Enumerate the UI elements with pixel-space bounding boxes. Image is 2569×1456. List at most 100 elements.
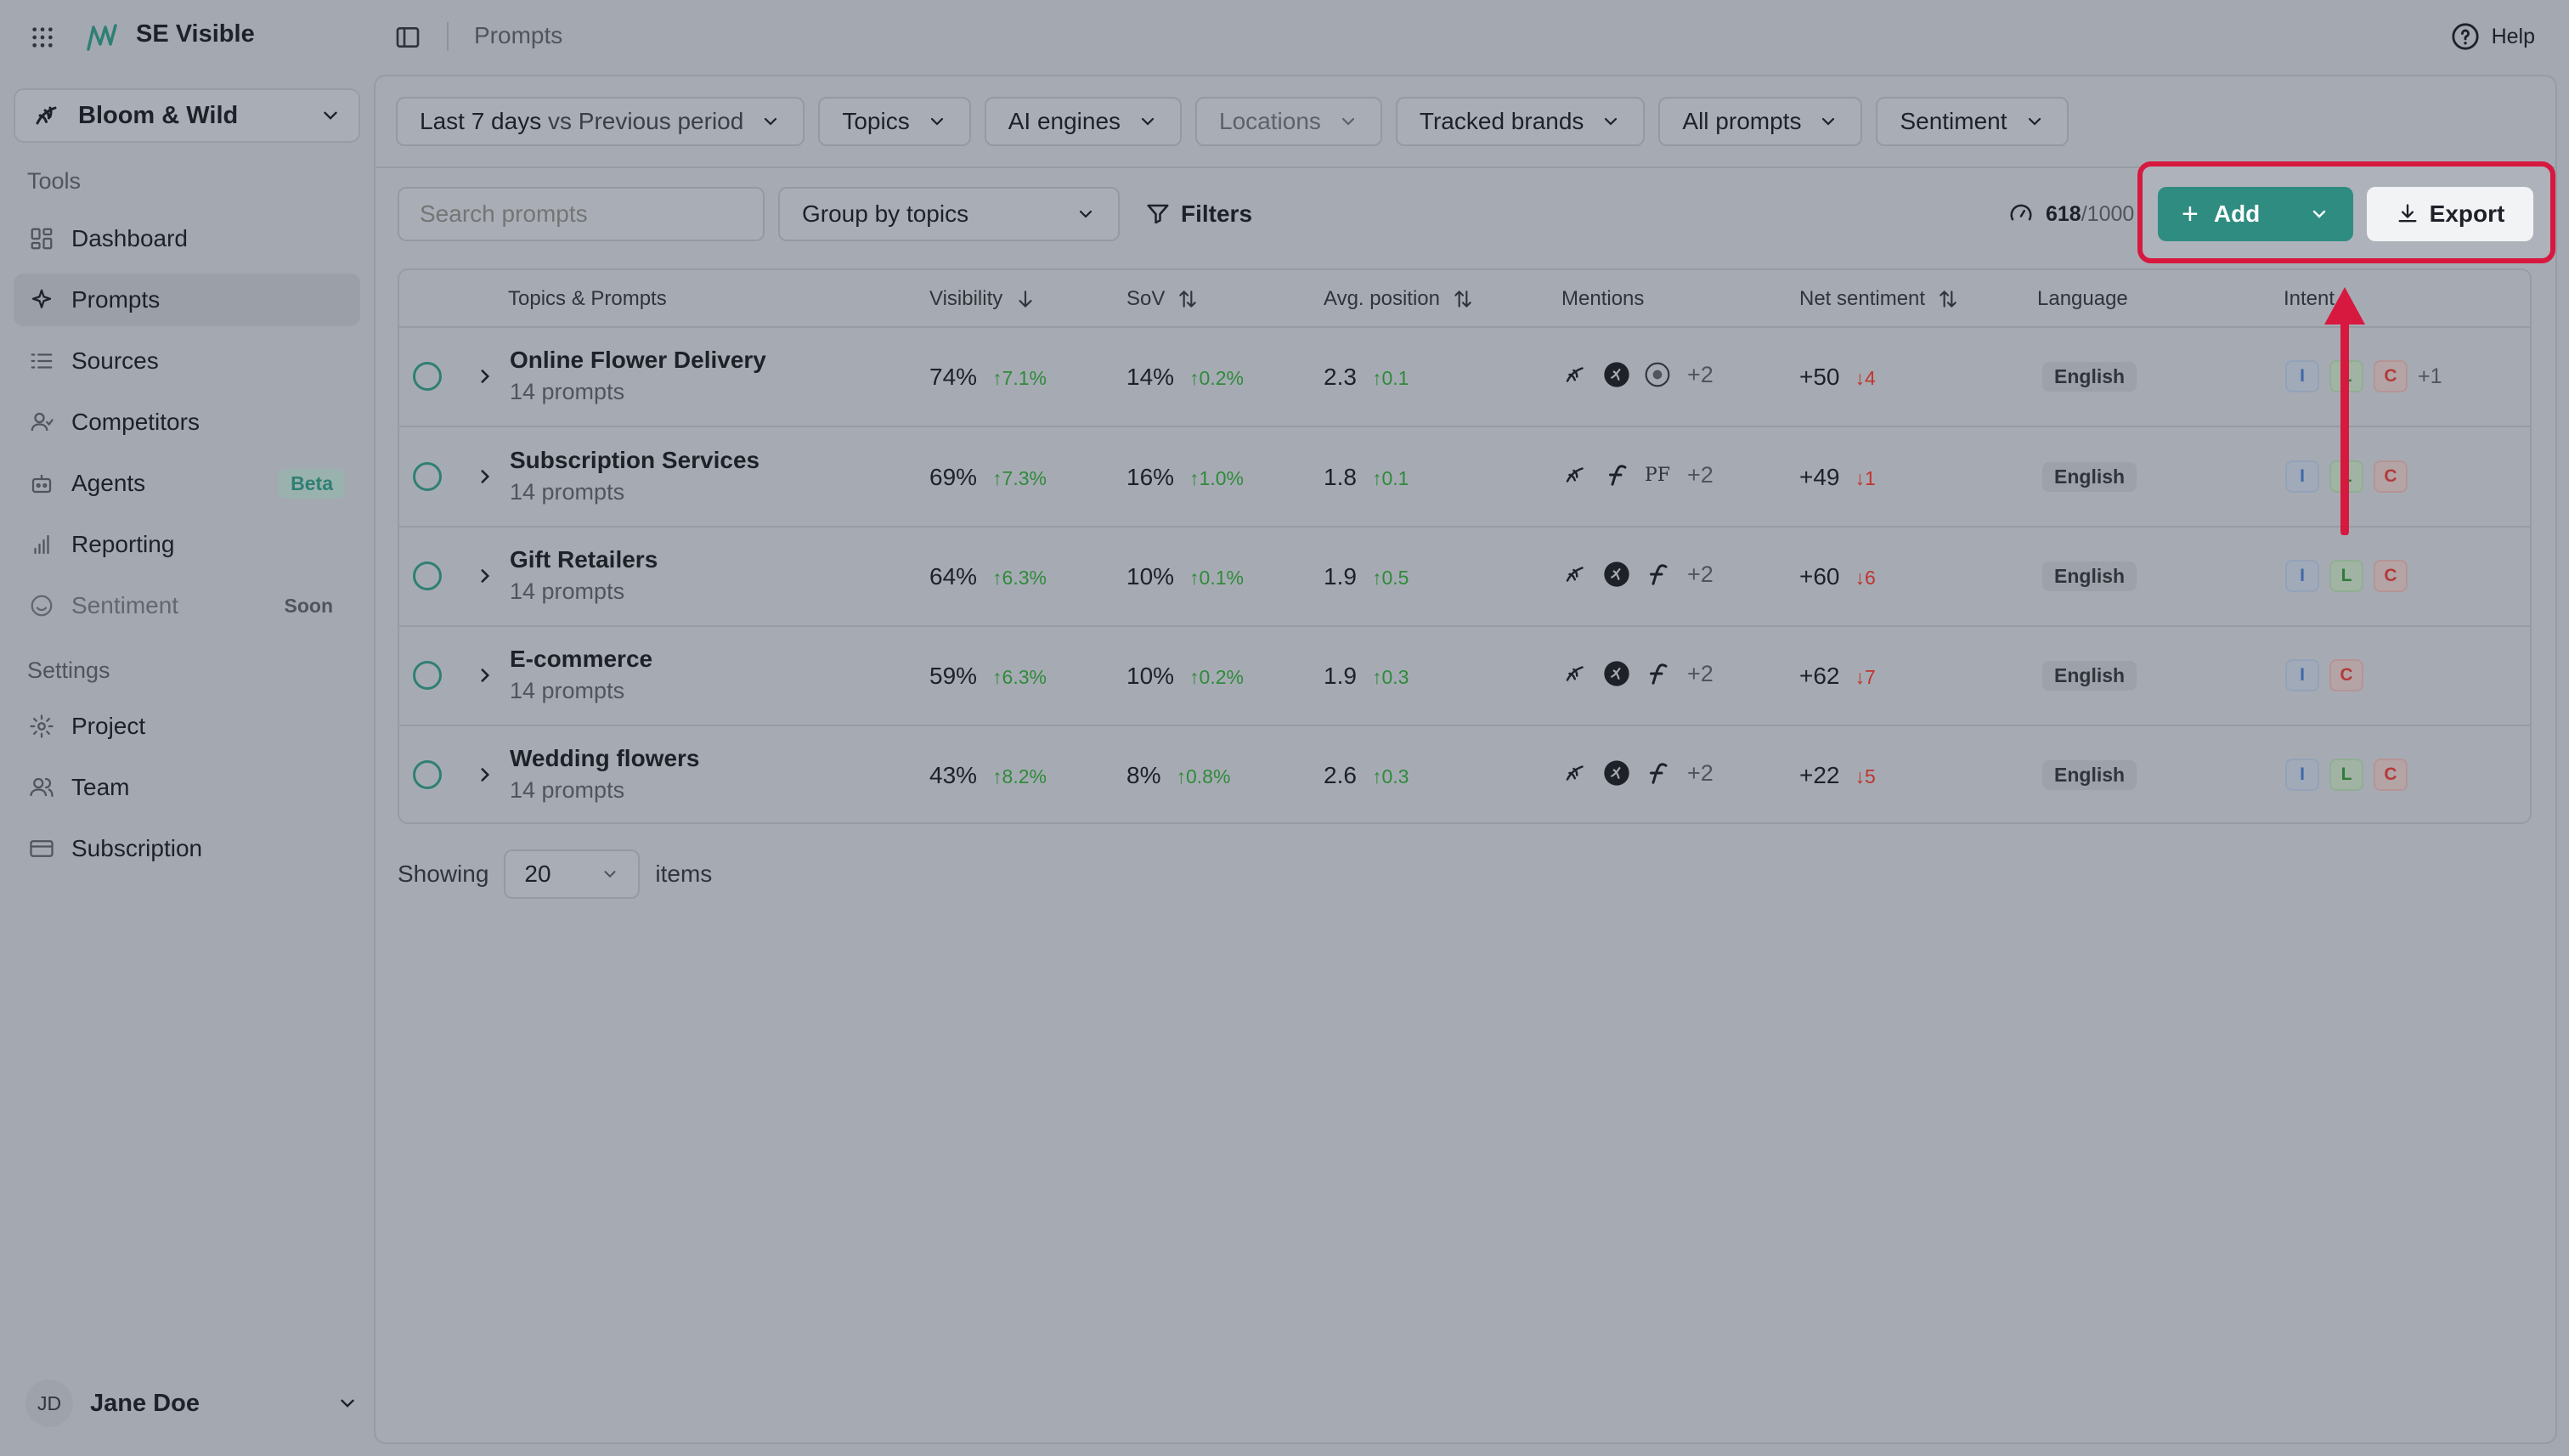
chevron-down-icon [1141, 117, 1155, 126]
language-badge: English [2042, 462, 2137, 492]
tracked-brands-filter[interactable]: Tracked brands [1395, 97, 1646, 146]
breadcrumb: Prompts [474, 22, 563, 48]
col-visibility[interactable]: Visibility [929, 287, 1036, 311]
row-checkbox[interactable] [413, 362, 442, 391]
mentions-more[interactable]: +2 [1687, 362, 1714, 388]
sentiment-filter[interactable]: Sentiment [1876, 97, 2069, 146]
sov-delta: ↑1.0% [1189, 467, 1244, 489]
col-avg-position[interactable]: Avg. position [1324, 287, 1474, 311]
visibility-delta: ↑8.2% [992, 765, 1047, 787]
showing-label: Showing [398, 861, 489, 887]
sentiment-value: +50 [1799, 364, 1840, 390]
sov-delta: ↑0.2% [1189, 666, 1244, 688]
quota-total: /1000 [2081, 201, 2135, 226]
sentiment-delta: ↓5 [1855, 765, 1876, 787]
col-sov[interactable]: SoV [1126, 287, 1199, 311]
position-cell: 1.9 ↑0.5 [1324, 563, 1409, 590]
chevron-right-icon[interactable] [474, 565, 496, 587]
sentiment-delta: ↓7 [1855, 666, 1876, 688]
visibility-delta: ↑6.3% [992, 567, 1047, 589]
table-row[interactable]: Gift Retailers 14 prompts 64% ↑6.3% 10% ↑0… [399, 528, 2530, 627]
ai-engines-filter[interactable]: AI engines [984, 97, 1183, 146]
sidebar-item-agents[interactable]: Agents Beta [14, 457, 360, 510]
row-checkbox[interactable] [413, 562, 442, 590]
table-row[interactable]: Online Flower Delivery 14 prompts 74% ↑7.… [399, 328, 2530, 427]
filter-icon [1147, 204, 1169, 224]
visibility-delta: ↑6.3% [992, 666, 1047, 688]
position-value: 1.9 [1324, 663, 1357, 689]
prompts-filter[interactable]: All prompts [1658, 97, 1863, 146]
chevron-right-icon[interactable] [474, 764, 496, 786]
table-row[interactable]: E-commerce 14 prompts 59% ↑6.3% 10% ↑0.2% … [399, 627, 2530, 726]
topics-filter-label: Topics [842, 108, 910, 134]
annotation-arrow-icon [2324, 287, 2365, 535]
mentions-cell: +2 [1561, 659, 1714, 688]
sidebar-item-project[interactable]: Project [14, 700, 360, 753]
intent-more[interactable]: +1 [2418, 364, 2442, 389]
visibility-value: 69% [929, 464, 978, 490]
export-button[interactable]: Export [2367, 187, 2533, 241]
brand-selector[interactable]: Bloom & Wild [14, 88, 360, 143]
chevron-right-icon[interactable] [474, 466, 496, 488]
sidebar-item-prompts[interactable]: Prompts [14, 274, 360, 326]
sentiment-delta: ↓4 [1855, 367, 1876, 389]
filters-button[interactable]: Filters [1145, 187, 1252, 241]
page-size-value: 20 [524, 861, 551, 887]
topic-name[interactable]: Subscription Services [510, 447, 759, 474]
brand-name: Bloom & Wild [78, 101, 239, 129]
app-name: SE Visible [136, 20, 255, 48]
chevron-down-icon[interactable] [2309, 204, 2329, 224]
user-menu[interactable]: JD Jane Doe [25, 1378, 359, 1429]
mentions-more[interactable]: +2 [1687, 760, 1714, 787]
sidebar-item-reporting[interactable]: Reporting [14, 518, 360, 571]
period-filter[interactable]: Last 7 days vs Previous period [396, 97, 805, 146]
language-badge: English [2042, 562, 2137, 591]
sentiment-delta: ↓6 [1855, 567, 1876, 589]
smile-icon [31, 595, 53, 617]
brand-logo-icon [1561, 659, 1590, 688]
table-row[interactable]: Wedding flowers 14 prompts 43% ↑8.2% 8% ↑0… [399, 726, 2530, 822]
sentiment-value: +49 [1799, 464, 1840, 490]
row-checkbox[interactable] [413, 760, 442, 789]
quota-used: 618 [2046, 201, 2081, 226]
mentions-more[interactable]: +2 [1687, 562, 1714, 588]
topic-name[interactable]: Wedding flowers [510, 745, 700, 772]
chevron-down-icon [765, 117, 777, 126]
table-row[interactable]: Subscription Services 14 prompts 69% ↑7.3… [399, 428, 2530, 528]
competitor-logo-icon [1643, 759, 1672, 787]
row-checkbox[interactable] [413, 661, 442, 690]
plus-icon: + [2182, 198, 2199, 230]
chevron-down-icon [1605, 117, 1618, 126]
topic-name[interactable]: Online Flower Delivery [510, 347, 766, 374]
competitor-logo-icon [1643, 360, 1672, 389]
sidebar-toggle-icon[interactable] [394, 24, 421, 51]
intent-chip-local: L [2329, 560, 2363, 592]
topics-filter[interactable]: Topics [818, 97, 971, 146]
sidebar-item-sources[interactable]: Sources [14, 335, 360, 387]
col-net-sentiment[interactable]: Net sentiment [1799, 287, 1959, 311]
row-checkbox[interactable] [413, 462, 442, 491]
topic-name[interactable]: Gift Retailers [510, 546, 658, 573]
chevron-right-icon[interactable] [474, 365, 496, 387]
sidebar-item-subscription[interactable]: Subscription [14, 822, 360, 875]
add-button[interactable]: + Add [2158, 187, 2353, 241]
sidebar-item-competitors[interactable]: Competitors [14, 396, 360, 449]
group-by-select[interactable]: Group by topics [778, 187, 1120, 241]
mentions-more[interactable]: +2 [1687, 462, 1714, 488]
page-size-select[interactable]: 20 [504, 849, 641, 899]
competitor-logo-icon [1643, 560, 1672, 589]
apps-grid-icon[interactable] [31, 25, 54, 49]
sentiment-filter-label: Sentiment [1900, 108, 2007, 134]
sidebar-item-label: Prompts [71, 286, 161, 313]
sidebar-item-label: Reporting [71, 531, 175, 557]
topic-name[interactable]: E-commerce [510, 646, 652, 673]
competitor-logo-icon [1602, 560, 1631, 589]
mentions-more[interactable]: +2 [1687, 661, 1714, 687]
help-button[interactable]: Help [2451, 22, 2535, 51]
sidebar-item-team[interactable]: Team [14, 761, 360, 814]
chevron-right-icon[interactable] [474, 664, 496, 686]
search-input[interactable] [398, 187, 765, 241]
sidebar-item-dashboard[interactable]: Dashboard [14, 212, 360, 265]
add-label: Add [2213, 200, 2261, 227]
position-cell: 2.3 ↑0.1 [1324, 364, 1409, 391]
